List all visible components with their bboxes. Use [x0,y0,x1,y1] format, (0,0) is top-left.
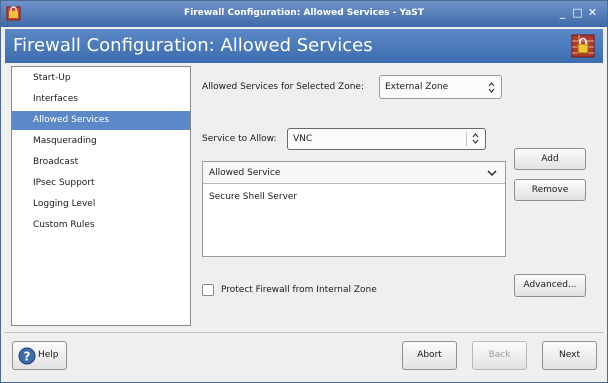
list-header-label: Allowed Service [209,168,281,178]
svg-text:?: ? [24,350,31,364]
add-button[interactable]: Add [514,148,586,170]
zone-select[interactable]: External Zone [379,75,502,99]
title-bar[interactable]: Firewall Configuration: Allowed Services… [1,1,607,27]
header-banner: Firewall Configuration: Allowed Services [5,29,603,63]
sidebar-item-allowed-services[interactable]: Allowed Services [12,111,190,130]
sidebar-item-logging-level[interactable]: Logging Level [12,195,190,214]
sidebar-item-broadcast[interactable]: Broadcast [12,153,190,172]
next-button-label: Next [559,350,580,360]
service-select-value: VNC [293,134,313,144]
list-header[interactable]: Allowed Service [203,162,505,184]
list-item[interactable]: Secure Shell Server [209,192,297,202]
sidebar-item-masquerading[interactable]: Masquerading [12,132,190,151]
zone-select-value: External Zone [385,82,449,92]
page-title: Firewall Configuration: Allowed Services [13,35,373,56]
yast-window: Firewall Configuration: Allowed Services… [0,0,608,383]
help-button[interactable]: ? Help [12,341,67,370]
close-icon[interactable]: ✕ [586,6,599,20]
service-label: Service to Allow: [202,134,277,144]
zone-label: Allowed Services for Selected Zone: [202,82,365,92]
help-button-label: Help [38,350,59,360]
sidebar-item-ipsec-support[interactable]: IPsec Support [12,174,190,193]
add-button-label: Add [541,154,559,164]
sidebar: Start-Up Interfaces Allowed Services Mas… [11,66,191,326]
select-arrows-icon [472,133,479,144]
abort-button-label: Abort [417,350,442,360]
service-select[interactable]: VNC [287,128,486,150]
chevron-down-icon[interactable] [487,169,497,177]
maximize-icon[interactable]: □ [571,6,584,20]
help-icon: ? [18,347,36,365]
protect-firewall-label[interactable]: Protect Firewall from Internal Zone [221,285,377,295]
next-button[interactable]: Next [542,341,597,370]
minimize-icon[interactable]: _ [556,6,569,20]
allowed-services-list[interactable]: Allowed Service Secure Shell Server [202,161,506,257]
select-separator [466,132,467,146]
remove-button-label: Remove [531,185,569,195]
window-title: Firewall Configuration: Allowed Services… [184,8,424,18]
remove-button[interactable]: Remove [514,179,586,201]
sidebar-item-custom-rules[interactable]: Custom Rules [12,216,190,235]
sidebar-item-start-up[interactable]: Start-Up [12,69,190,88]
protect-firewall-checkbox[interactable] [202,284,214,296]
footer-divider [5,332,603,333]
select-arrows-icon [488,82,495,93]
sidebar-item-interfaces[interactable]: Interfaces [12,90,190,109]
firewall-icon [571,34,595,58]
abort-button[interactable]: Abort [402,341,457,370]
advanced-button-label: Advanced... [523,280,577,290]
advanced-button[interactable]: Advanced... [514,274,586,297]
back-button[interactable]: Back [472,341,527,370]
back-button-label: Back [488,350,511,360]
